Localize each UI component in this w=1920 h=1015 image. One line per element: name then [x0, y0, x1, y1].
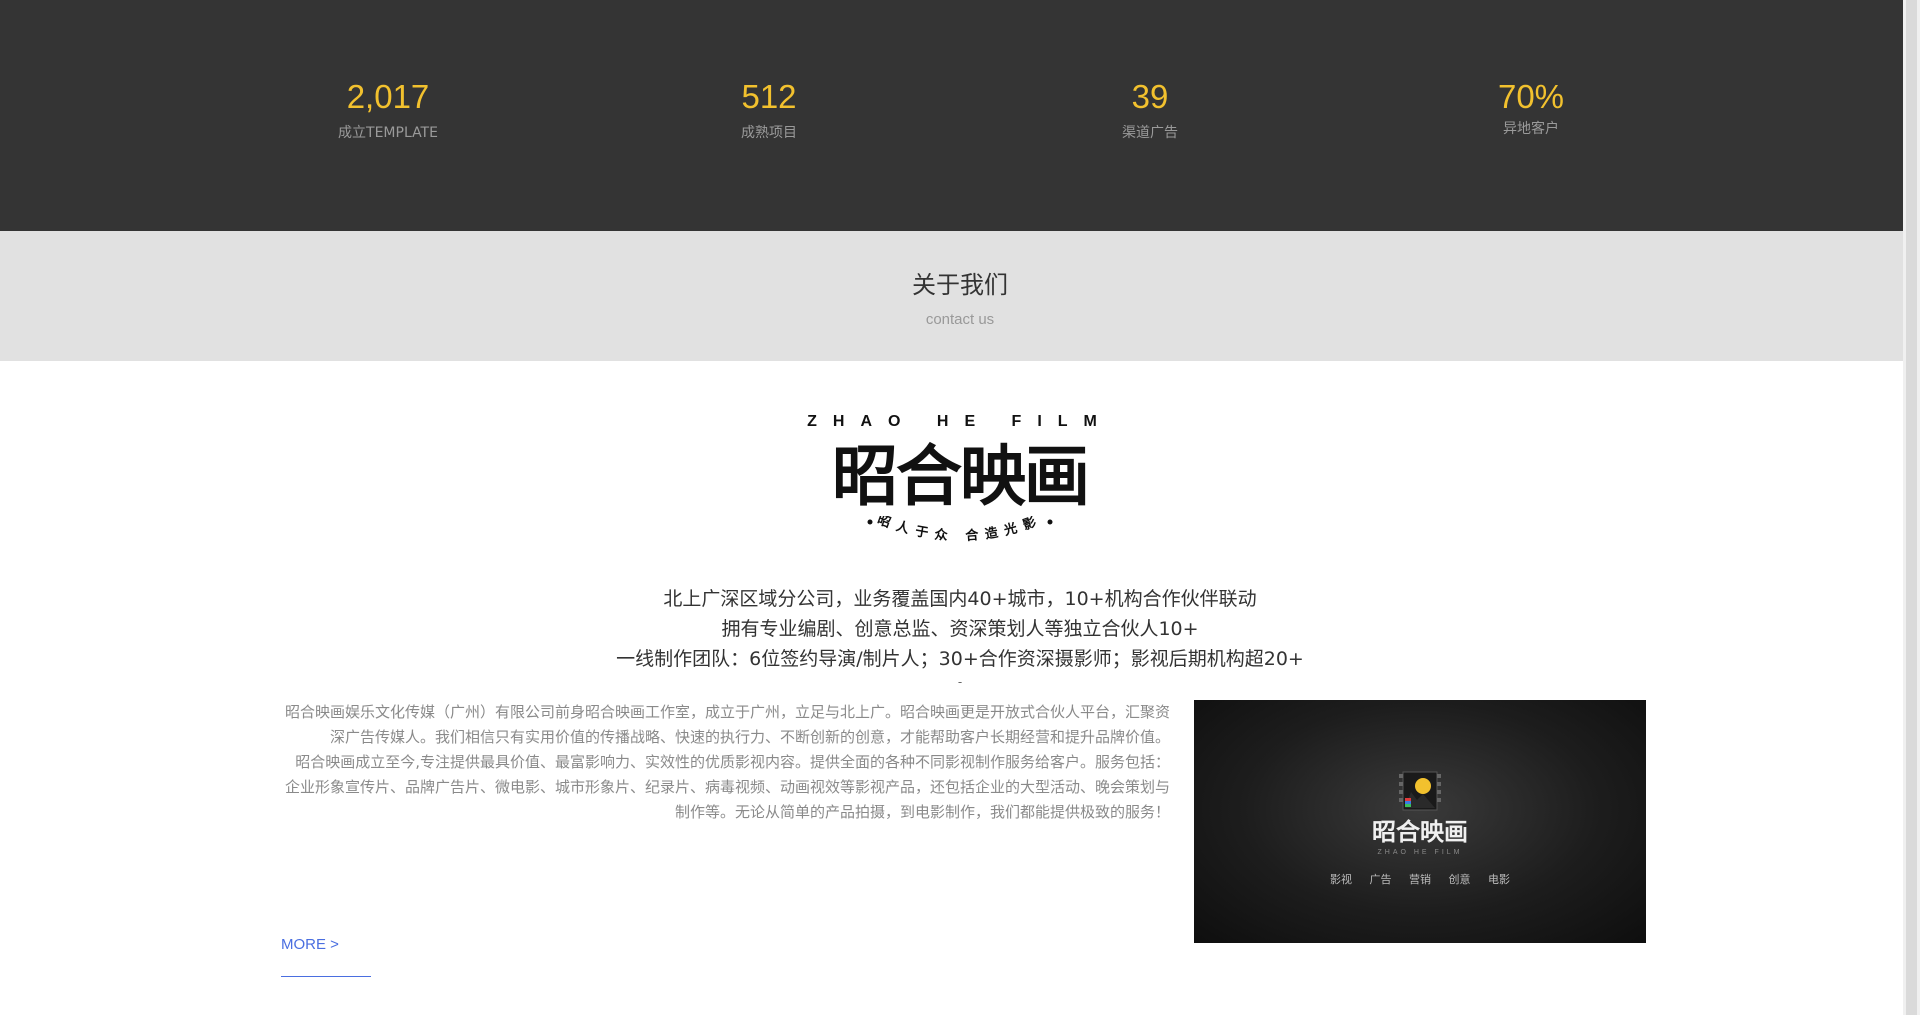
- scrollbar[interactable]: [1903, 0, 1920, 1015]
- section-subtitle: contact us: [925, 311, 995, 328]
- description-paragraph: 昭合映画成立至今,专注提供最具价值、最富影响力、实效性的优质影视内容。提供全面的…: [284, 753, 1170, 821]
- more-underline: [281, 976, 371, 977]
- stat-projects: 512 成熟项目: [619, 73, 919, 143]
- highlight-line: 北上广深区域分公司，业务覆盖国内40+城市，10+机构合作伙伴联动: [663, 588, 1257, 610]
- highlight-dash: -: [957, 675, 963, 689]
- description-paragraph: 昭合映画娱乐文化传媒（广州）有限公司前身昭合映画工作室，成立于广州，立足与北上广…: [284, 703, 1170, 746]
- company-description: 昭合映画娱乐文化传媒（广州）有限公司前身昭合映画工作室，成立于广州，立足与北上广…: [282, 700, 1170, 825]
- film-logo-icon: [1399, 771, 1441, 811]
- stat-value: 70%: [1497, 78, 1565, 115]
- video-logo-text: 昭合映画: [1372, 817, 1468, 846]
- video-logo-sub: ZHAO HE FILM: [1377, 849, 1463, 856]
- stat-founded: 2,017 成立TEMPLATE: [238, 73, 538, 143]
- stat-value: 39: [1131, 78, 1169, 115]
- video-tags: 影视 广告 营销 创意 电影: [1194, 872, 1646, 888]
- stat-channels: 39 渠道广告: [1000, 73, 1300, 143]
- stat-label: 成熟项目: [741, 125, 797, 141]
- stat-label: 成立TEMPLATE: [338, 125, 438, 141]
- stat-label: 渠道广告: [1122, 125, 1178, 141]
- about-header: 关于我们 contact us: [0, 231, 1920, 361]
- video-tag: 创意: [1448, 873, 1471, 886]
- stat-value: 512: [741, 78, 797, 115]
- stats-band: 2,017 成立TEMPLATE 512 成熟项目 39 渠道广告 70% 异地…: [0, 0, 1920, 231]
- video-tag: 影视: [1330, 873, 1352, 886]
- video-tag: 广告: [1369, 873, 1392, 886]
- video-tag: 电影: [1488, 873, 1510, 886]
- logo-chinese: 昭合映画: [832, 437, 1090, 515]
- promo-video[interactable]: 昭合映画 ZHAO HE FILM 影视 广告 营销 创意 电影: [1194, 700, 1646, 943]
- stat-label: 异地客户: [1503, 121, 1559, 137]
- highlights: 北上广深区域分公司，业务覆盖国内40+城市，10+机构合作伙伴联动 拥有专业编剧…: [0, 584, 1920, 690]
- highlight-line: 拥有专业编剧、创意总监、资深策划人等独立合伙人10+: [721, 618, 1199, 640]
- logo-slogan: 昭人于众 合造光影: [867, 516, 1053, 544]
- logo-english: ZHAO HE FILM: [807, 413, 1113, 430]
- more-link[interactable]: MORE >: [281, 934, 401, 956]
- svg-text:昭人于众 合造光影: 昭人于众 合造光影: [875, 516, 1045, 544]
- company-logo: ZHAO HE FILM 昭合映画 昭人于众 合造光影: [800, 412, 1120, 562]
- video-tag: 营销: [1409, 873, 1431, 886]
- stat-remote-clients: 70% 异地客户: [1381, 73, 1681, 139]
- section-title: 关于我们: [912, 271, 1008, 299]
- scrollbar-thumb[interactable]: [1906, 0, 1917, 1015]
- highlight-line: 一线制作团队：6位签约导演/制片人；30+合作资深摄影师；影视后期机构超20+: [616, 648, 1304, 670]
- stat-value: 2,017: [346, 78, 430, 115]
- logo-slogan-text: 昭人于众 合造光影: [875, 516, 1038, 544]
- page: 2,017 成立TEMPLATE 512 成熟项目 39 渠道广告 70% 异地…: [0, 0, 1920, 1015]
